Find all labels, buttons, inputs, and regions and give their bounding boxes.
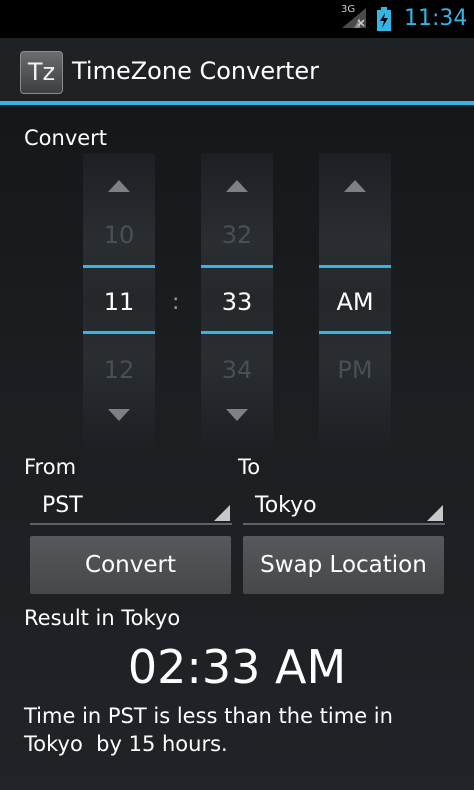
arrow-down-icon[interactable] — [226, 409, 248, 421]
swap-location-button[interactable]: Swap Location — [243, 536, 444, 594]
minute-next[interactable]: 34 — [201, 356, 273, 384]
from-timezone-spinner[interactable]: PST — [30, 485, 232, 525]
hour-current[interactable]: 11 — [83, 288, 155, 316]
convert-button[interactable]: Convert — [30, 536, 231, 594]
status-bar: 3G 11:34 — [0, 0, 474, 38]
to-label: To — [238, 455, 261, 479]
minute-picker[interactable]: 32 33 34 — [201, 153, 273, 448]
app-title: TimeZone Converter — [72, 57, 319, 85]
picker-divider — [83, 331, 155, 334]
app-tz-icon[interactable]: Tz — [20, 51, 63, 94]
hour-picker[interactable]: 10 11 12 — [83, 153, 155, 448]
picker-divider — [201, 265, 273, 268]
arrow-down-icon[interactable] — [108, 409, 130, 421]
arrow-up-icon[interactable] — [344, 180, 366, 192]
spinner-dropdown-icon — [214, 505, 230, 521]
to-timezone-value: Tokyo — [255, 493, 317, 518]
from-label: From — [24, 455, 77, 479]
battery-charging-icon — [377, 7, 391, 31]
picker-divider — [319, 331, 391, 334]
hour-next[interactable]: 12 — [83, 356, 155, 384]
picker-divider — [83, 265, 155, 268]
arrow-up-icon[interactable] — [108, 180, 130, 192]
hour-prev[interactable]: 10 — [83, 221, 155, 249]
result-time: 02:33 AM — [127, 640, 347, 694]
picker-divider — [201, 331, 273, 334]
convert-label: Convert — [24, 126, 108, 150]
to-timezone-spinner[interactable]: Tokyo — [243, 485, 445, 525]
action-bar: Tz TimeZone Converter — [0, 38, 474, 105]
spinner-dropdown-icon — [427, 505, 443, 521]
result-heading: Result in Tokyo — [24, 606, 181, 630]
minute-current[interactable]: 33 — [201, 288, 273, 316]
arrow-up-icon[interactable] — [226, 180, 248, 192]
ampm-next[interactable]: PM — [319, 356, 391, 384]
picker-divider — [319, 265, 391, 268]
ampm-picker[interactable]: AM PM — [319, 153, 391, 448]
result-description: Time in PST is less than the time in Tok… — [24, 704, 393, 756]
minute-prev[interactable]: 32 — [201, 221, 273, 249]
status-clock: 11:34 — [404, 6, 468, 31]
from-timezone-value: PST — [42, 493, 83, 518]
time-separator: : — [172, 290, 180, 315]
ampm-current[interactable]: AM — [319, 288, 391, 316]
signal-3g-icon — [342, 8, 366, 28]
